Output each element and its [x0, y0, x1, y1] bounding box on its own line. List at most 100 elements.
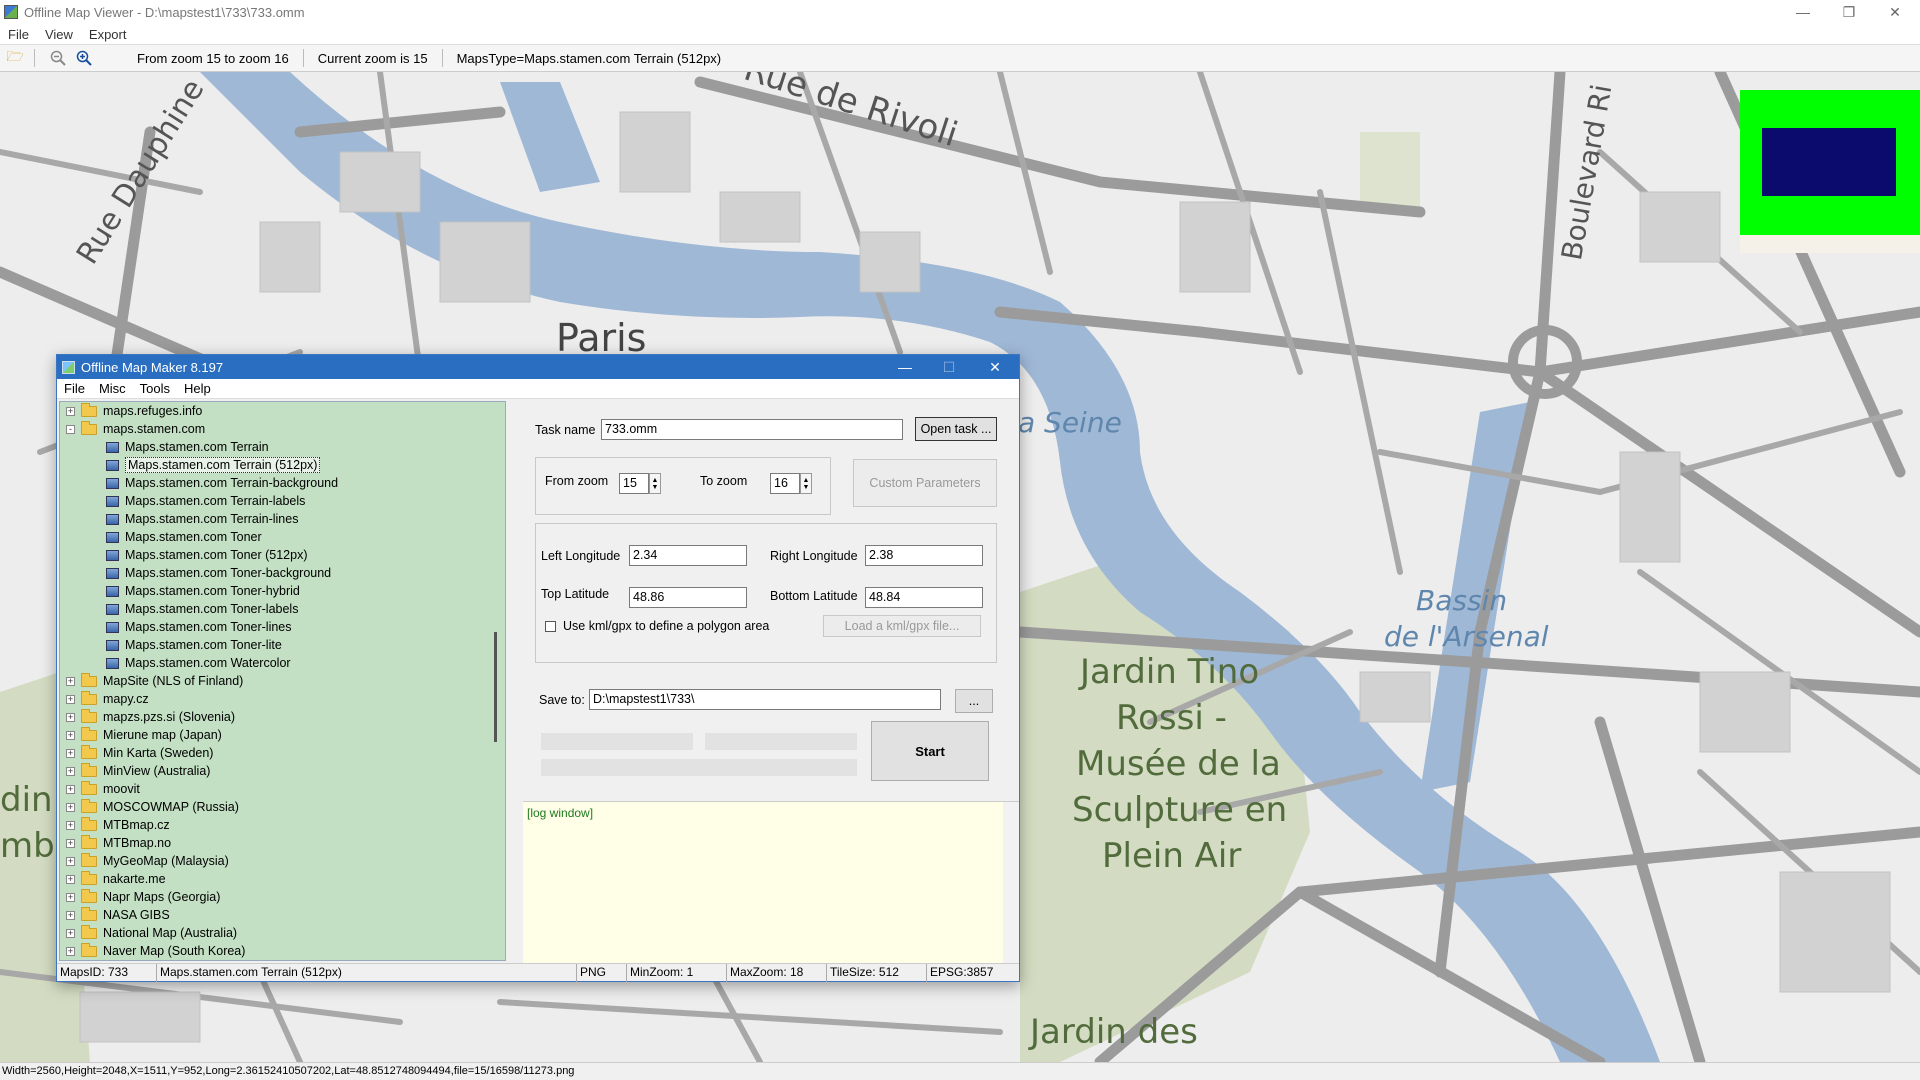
tree-item[interactable]: Maps.stamen.com Terrain-lines: [106, 510, 298, 528]
tree-item[interactable]: + National Map (Australia): [60, 924, 237, 942]
tree-item[interactable]: Maps.stamen.com Toner (512px): [106, 546, 308, 564]
restore-icon[interactable]: ❐: [1826, 0, 1872, 24]
tree-item-label: Mierune map (Japan): [103, 728, 222, 742]
tree-item[interactable]: + MyGeoMap (Malaysia): [60, 852, 229, 870]
close-icon[interactable]: ✕: [973, 355, 1017, 379]
tree-item[interactable]: + mapzs.pzs.si (Slovenia): [60, 708, 235, 726]
tree-item[interactable]: Maps.stamen.com Toner: [106, 528, 262, 546]
map-label-bassin: Bassin: [1416, 584, 1508, 617]
to-zoom-spinner[interactable]: ▲ ▼: [800, 473, 812, 494]
tree-item[interactable]: Maps.stamen.com Toner-hybrid: [106, 582, 300, 600]
expand-icon[interactable]: +: [66, 784, 75, 794]
map-label-jardin-tino-5: Plein Air: [1102, 836, 1242, 876]
map-icon: [106, 513, 119, 525]
minimap[interactable]: [1740, 90, 1920, 253]
tree-item-label: National Map (Australia): [103, 926, 238, 940]
expand-icon[interactable]: +: [66, 802, 75, 812]
menu-misc[interactable]: Misc: [92, 381, 133, 396]
tree-item[interactable]: Maps.stamen.com Terrain (512px): [106, 456, 321, 474]
menu-help[interactable]: Help: [177, 381, 218, 396]
bottom-latitude-input[interactable]: 48.84: [865, 587, 983, 608]
log-window[interactable]: [log window]: [523, 801, 1019, 964]
expand-icon[interactable]: +: [66, 856, 75, 866]
right-longitude-input[interactable]: 2.38: [865, 545, 983, 566]
tree-item[interactable]: Maps.stamen.com Toner-lines: [106, 618, 292, 636]
tree-item-label: MTBmap.no: [103, 836, 172, 850]
tree-item[interactable]: Maps.stamen.com Watercolor: [106, 654, 291, 672]
tree-item[interactable]: Maps.stamen.com Toner-background: [106, 564, 331, 582]
to-zoom-input[interactable]: 16: [770, 473, 800, 494]
save-to-input[interactable]: D:\mapstest1\733\: [589, 689, 941, 710]
expand-icon[interactable]: +: [66, 406, 75, 416]
left-longitude-input[interactable]: 2.34: [629, 545, 747, 566]
tree-item[interactable]: + Napr Maps (Georgia): [60, 888, 220, 906]
tree-item-label: MTBmap.cz: [103, 818, 170, 832]
expand-icon[interactable]: +: [66, 928, 75, 938]
map-icon: [106, 639, 119, 651]
minimize-icon[interactable]: —: [1780, 0, 1826, 24]
map-icon: [106, 477, 119, 489]
expand-icon[interactable]: +: [66, 766, 75, 776]
expand-icon[interactable]: +: [66, 730, 75, 740]
expand-icon[interactable]: +: [66, 694, 75, 704]
tree-scrollbar[interactable]: [494, 632, 497, 742]
expand-icon[interactable]: +: [66, 838, 75, 848]
tree-item[interactable]: + MinView (Australia): [60, 762, 210, 780]
tree-item[interactable]: + Min Karta (Sweden): [60, 744, 213, 762]
tree-item[interactable]: + maps.refuges.info: [60, 402, 202, 420]
tree-item[interactable]: + mapy.cz: [60, 690, 149, 708]
tree-item[interactable]: + Mierune map (Japan): [60, 726, 222, 744]
tree-item[interactable]: + moovit: [60, 780, 140, 798]
open-folder-icon[interactable]: 🗁: [4, 47, 26, 69]
expand-icon[interactable]: +: [66, 712, 75, 722]
menu-file[interactable]: File: [57, 381, 92, 396]
tree-item[interactable]: + MOSCOWMAP (Russia): [60, 798, 239, 816]
menu-export[interactable]: Export: [81, 27, 135, 42]
tree-item[interactable]: Maps.stamen.com Toner-lite: [106, 636, 282, 654]
tree-item[interactable]: + MTBmap.no: [60, 834, 171, 852]
map-icon: [106, 657, 119, 669]
maker-title: Offline Map Maker 8.197: [81, 359, 224, 375]
zoom-out-icon[interactable]: [47, 47, 69, 69]
zoom-in-icon[interactable]: [73, 47, 95, 69]
browse-button[interactable]: ...: [955, 689, 993, 713]
kml-checkbox[interactable]: [545, 621, 556, 632]
start-button[interactable]: Start: [871, 721, 989, 781]
tree-item[interactable]: + MTBmap.cz: [60, 816, 170, 834]
expand-icon[interactable]: +: [66, 820, 75, 830]
tree-item[interactable]: Maps.stamen.com Terrain-background: [106, 474, 338, 492]
custom-parameters-button[interactable]: Custom Parameters: [853, 459, 997, 507]
tree-item[interactable]: + NASA GIBS: [60, 906, 170, 924]
expand-icon[interactable]: +: [66, 676, 75, 686]
from-zoom-input[interactable]: 15: [619, 473, 649, 494]
task-name-input[interactable]: 733.omm: [601, 419, 903, 440]
expand-icon[interactable]: +: [66, 892, 75, 902]
top-latitude-input[interactable]: 48.86: [629, 587, 747, 608]
log-scrollbar[interactable]: [1003, 802, 1019, 964]
map-source-tree[interactable]: + maps.refuges.info - maps.stamen.com Maps.s…: [59, 401, 506, 961]
from-zoom-spinner[interactable]: ▲ ▼: [649, 473, 661, 494]
expand-icon[interactable]: +: [66, 748, 75, 758]
expand-icon[interactable]: +: [66, 874, 75, 884]
tree-item[interactable]: Maps.stamen.com Toner-labels: [106, 600, 298, 618]
minimap-viewport[interactable]: [1762, 128, 1896, 196]
app-icon: [4, 5, 18, 19]
menu-tools[interactable]: Tools: [133, 381, 177, 396]
expand-icon[interactable]: +: [66, 910, 75, 920]
folder-icon: [81, 942, 97, 957]
menu-view[interactable]: View: [37, 27, 81, 42]
tree-item[interactable]: Maps.stamen.com Terrain-labels: [106, 492, 305, 510]
minimize-icon[interactable]: —: [883, 355, 927, 379]
tree-item[interactable]: Maps.stamen.com Terrain: [106, 438, 269, 456]
close-icon[interactable]: ✕: [1872, 0, 1918, 24]
expand-icon[interactable]: +: [66, 946, 75, 956]
menu-file[interactable]: File: [0, 27, 37, 42]
tree-item[interactable]: + MapSite (NLS of Finland): [60, 672, 243, 690]
tree-item[interactable]: + nakarte.me: [60, 870, 166, 888]
load-kml-button[interactable]: Load a kml/gpx file...: [823, 615, 981, 637]
tree-item-label: Maps.stamen.com Terrain-labels: [125, 494, 306, 508]
collapse-icon[interactable]: -: [66, 424, 75, 434]
tree-item[interactable]: - maps.stamen.com: [60, 420, 205, 438]
tree-item[interactable]: + Naver Map (South Korea): [60, 942, 245, 960]
open-task-button[interactable]: Open task ...: [915, 417, 997, 441]
